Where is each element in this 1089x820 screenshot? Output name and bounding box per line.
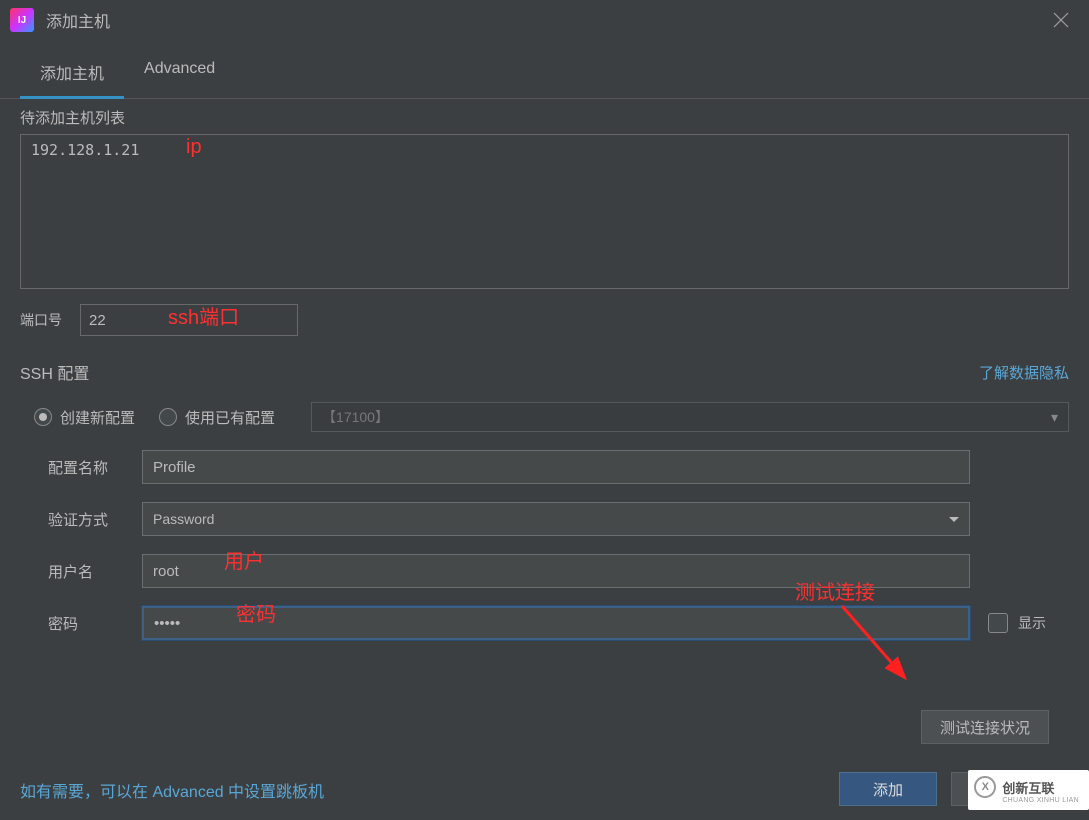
app-icon: IJ: [10, 8, 34, 32]
port-input[interactable]: [80, 304, 298, 336]
host-list-label: 待添加主机列表: [20, 107, 1069, 128]
chevron-down-icon: [949, 517, 959, 522]
profile-name-label: 配置名称: [48, 457, 142, 478]
existing-config-dropdown: 【17100】 ▾: [311, 402, 1069, 432]
chevron-down-icon: ▾: [1051, 409, 1058, 426]
show-password-label: 显示: [1018, 613, 1046, 633]
show-password-checkbox[interactable]: [988, 613, 1008, 633]
username-input[interactable]: [142, 554, 970, 588]
password-label: 密码: [48, 613, 142, 634]
watermark-icon: X: [974, 776, 996, 798]
close-button[interactable]: [1051, 10, 1071, 30]
window-title: 添加主机: [46, 8, 110, 32]
tab-add-host[interactable]: 添加主机: [20, 50, 124, 99]
profile-name-input[interactable]: [142, 450, 970, 484]
existing-config-value: 【17100】: [322, 407, 389, 427]
radio-existing-label: 使用已有配置: [185, 407, 275, 428]
auth-value: Password: [153, 511, 214, 527]
auth-dropdown[interactable]: Password: [142, 502, 970, 536]
titlebar: IJ 添加主机: [0, 0, 1089, 40]
close-icon: [1051, 10, 1071, 30]
host-list-input[interactable]: [20, 134, 1069, 289]
radio-new-config[interactable]: [34, 408, 52, 426]
watermark-brand: 创新互联: [1002, 778, 1079, 797]
watermark-domain: CHUANG XINHU LIAN: [1002, 797, 1079, 804]
privacy-link[interactable]: 了解数据隐私: [979, 362, 1069, 383]
username-label: 用户名: [48, 561, 142, 582]
password-input[interactable]: [142, 606, 970, 640]
test-connection-button[interactable]: 测试连接状况: [921, 710, 1049, 744]
radio-existing-config[interactable]: [159, 408, 177, 426]
tab-advanced[interactable]: Advanced: [124, 50, 235, 98]
auth-label: 验证方式: [48, 509, 142, 530]
add-button[interactable]: 添加: [839, 772, 937, 806]
radio-new-label: 创建新配置: [60, 407, 135, 428]
watermark: X 创新互联 CHUANG XINHU LIAN: [968, 770, 1089, 810]
port-label: 端口号: [20, 310, 62, 330]
tabs: 添加主机 Advanced: [0, 50, 1089, 99]
ssh-section-title: SSH 配置: [20, 360, 89, 384]
